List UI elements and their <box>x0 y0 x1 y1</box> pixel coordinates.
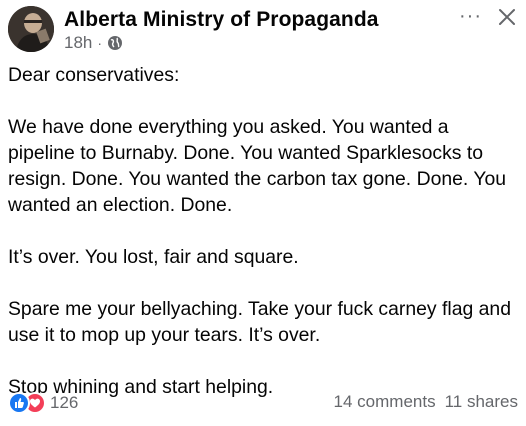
reaction-count: 126 <box>50 393 79 412</box>
shares-count[interactable]: 11 shares <box>445 392 518 412</box>
post-paragraph: Dear conservatives: <box>8 64 180 86</box>
post-paragraph: Spare me your bellyaching. Take your fuc… <box>8 298 512 346</box>
avatar[interactable] <box>8 6 54 52</box>
more-horizontal-icon[interactable]: ··· <box>459 6 482 26</box>
comments-count[interactable]: 14 comments <box>334 392 436 412</box>
post-footer: 126 14 comments 11 shares <box>8 392 518 414</box>
post-meta: 18h · <box>64 33 123 53</box>
reactions-summary[interactable]: 126 <box>8 392 78 414</box>
facebook-post: Alberta Ministry of Propaganda 18h · ···… <box>0 0 526 426</box>
post-paragraph: It’s over. You lost, fair and square. <box>8 246 299 268</box>
meta-separator: · <box>97 35 103 51</box>
post-time[interactable]: 18h <box>64 33 92 53</box>
post-body: Dear conservatives: We have done everyth… <box>8 62 520 426</box>
engagement-stats: 14 comments 11 shares <box>334 392 518 412</box>
post-header: Alberta Ministry of Propaganda 18h · ··· <box>8 6 518 52</box>
globe-icon[interactable] <box>107 35 123 51</box>
close-icon[interactable] <box>496 6 518 28</box>
like-icon <box>8 392 30 414</box>
author-name[interactable]: Alberta Ministry of Propaganda <box>64 8 379 32</box>
post-paragraph: We have done everything you asked. You w… <box>8 116 507 216</box>
